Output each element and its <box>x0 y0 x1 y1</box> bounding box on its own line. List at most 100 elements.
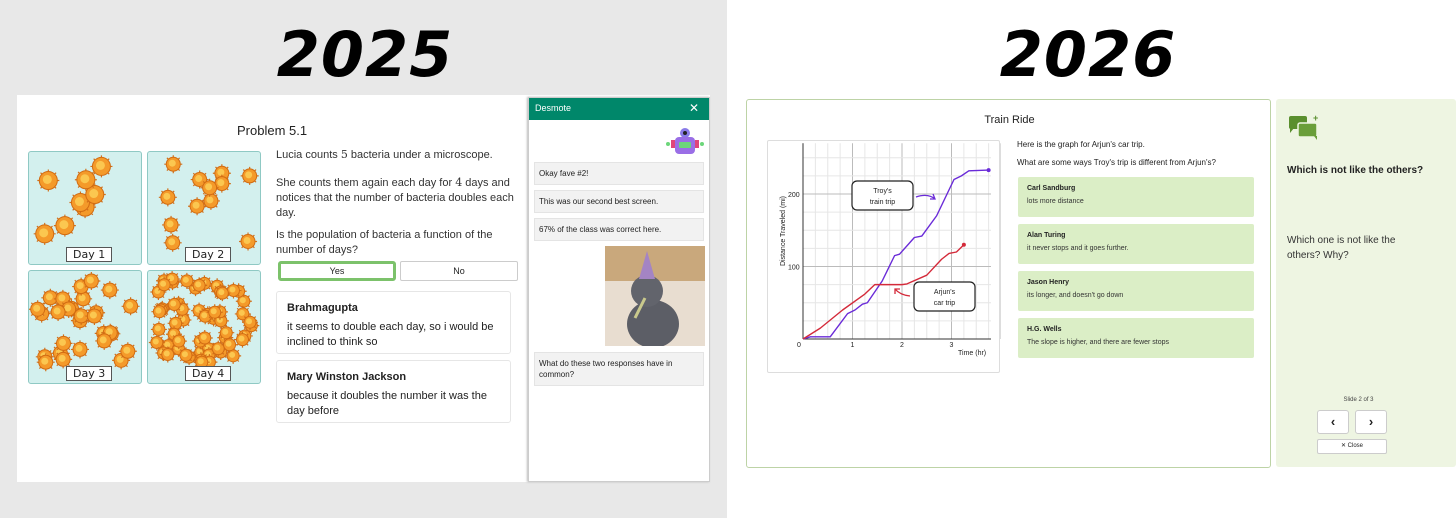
chart-container: 0 1 2 3 100 200 Time (hr) Distance Traveled (mi… <box>767 140 1002 373</box>
bacterium <box>196 330 213 347</box>
bacterium <box>163 233 182 252</box>
response-text: lots more distance <box>1027 198 1084 205</box>
prompt-text: bacteria under a microscope. <box>350 149 493 161</box>
math-value: 4 <box>455 176 463 189</box>
y-tick-label: 100 <box>788 265 800 272</box>
bacterium <box>177 347 194 364</box>
callout-arrow <box>915 193 936 200</box>
day-label: Day 3 <box>66 366 113 381</box>
bacterium <box>188 197 207 216</box>
bacterium <box>214 285 231 302</box>
bacterium <box>37 169 60 192</box>
bacterium <box>71 340 90 359</box>
bacterium <box>121 297 140 316</box>
close-icon[interactable]: ✕ <box>689 101 699 115</box>
response-text: because it doubles the number it was the… <box>287 390 487 417</box>
svg-text:+: + <box>1313 113 1318 123</box>
response-text: it seems to double each day, so i would … <box>287 321 494 348</box>
previous-slide-button[interactable]: ‹ <box>1317 410 1349 434</box>
activity-heading: Which is not like the others? <box>1287 165 1424 176</box>
bacterium <box>85 307 104 326</box>
bacterium <box>200 178 219 197</box>
bacterium <box>159 346 176 363</box>
series-label: Troy's <box>873 188 892 195</box>
bacterium <box>242 314 259 331</box>
series-label: car trip <box>934 300 956 307</box>
series-label: train trip <box>870 199 895 206</box>
chat-message: Okay fave #2! <box>534 162 704 185</box>
option-no-button[interactable]: No <box>400 261 518 281</box>
bacterium <box>118 342 137 361</box>
y-tick-label: 200 <box>788 192 800 199</box>
bacterium <box>151 303 168 320</box>
party-cat-image <box>605 246 705 346</box>
next-slide-button[interactable]: › <box>1355 410 1387 434</box>
response-card[interactable]: Alan Turing it never stops and it goes fu… <box>1018 224 1254 264</box>
bacterium <box>49 303 68 322</box>
response-cards: Carl Sandburg lots more distance Alan Tur… <box>1018 177 1254 365</box>
bacterium <box>170 333 187 350</box>
distance-time-chart: 0 1 2 3 100 200 Time (hr) Distance Traveled (mi… <box>780 143 1002 357</box>
desmote-title: Desmote <box>535 103 572 113</box>
question-text: What are some ways Troy's trip is differ… <box>1017 158 1216 167</box>
bacterium <box>239 232 258 251</box>
student-name: Jason Henry <box>1027 279 1070 286</box>
problem-title: Problem 5.1 <box>237 123 308 138</box>
prompt-question: Is the population of bacteria a function… <box>276 229 493 256</box>
chat-message: This was our second best screen. <box>534 190 704 213</box>
response-text: its longer, and doesn't go down <box>1027 292 1124 299</box>
slide-counter: Slide 2 of 3 <box>1343 397 1374 403</box>
close-button[interactable]: ✕ Close <box>1317 439 1387 454</box>
option-yes-button[interactable]: Yes <box>278 261 396 281</box>
student-name: Alan Turing <box>1027 232 1066 239</box>
year-2026-heading: 2026 <box>999 18 1177 91</box>
chat-bubbles-plus-icon: + <box>1289 113 1318 140</box>
bacterium <box>206 304 223 321</box>
response-card[interactable]: Carl Sandburg lots more distance <box>1018 177 1254 217</box>
bacteria-tile: Day 3 <box>28 270 142 384</box>
intro-text: Here is the graph for Arjun's car trip. <box>1017 140 1145 149</box>
response-text: The slope is higher, and there are fewer… <box>1027 339 1170 346</box>
bacterium <box>29 300 47 319</box>
bacterium <box>178 272 195 289</box>
chat-message: What do these two responses have in comm… <box>534 352 704 386</box>
response-text: it never stops and it goes further. <box>1027 245 1129 252</box>
y-axis-label: Distance Traveled (mi) <box>780 196 787 266</box>
screen-title: Train Ride <box>984 114 1035 126</box>
student-name: H.G. Wells <box>1027 326 1062 333</box>
bacterium <box>156 276 173 293</box>
x-axis-label: Time (hr) <box>958 350 986 357</box>
x-tick-label: 0 <box>797 342 801 349</box>
bacterium <box>234 331 251 348</box>
facilitation-side-panel: + Which is not like the others? Which on… <box>1276 99 1456 467</box>
x-tick-label: 2 <box>900 342 904 349</box>
series-endpoint <box>986 168 991 173</box>
year-2025-heading: 2025 <box>276 18 454 91</box>
bacterium <box>74 168 97 191</box>
bacterium <box>164 155 183 174</box>
desmote-header: Desmote ✕ <box>529 98 709 120</box>
train-ride-screen: Train Ride 0 1 2 3 100 200 Time (hr) Distance T… <box>746 99 1271 468</box>
bacterium <box>36 353 55 372</box>
bacterium <box>53 214 76 237</box>
bacterium <box>158 188 177 207</box>
day-label: Day 1 <box>66 247 113 262</box>
bacterium <box>100 281 119 300</box>
x-tick-label: 1 <box>851 342 855 349</box>
bacteria-tile: Day 2 <box>147 151 261 265</box>
desmote-panel: Desmote ✕ Okay fave #2! This was our seco… <box>528 97 710 482</box>
response-card[interactable]: H.G. Wells The slope is higher, and there… <box>1018 318 1254 358</box>
prompt-text: She counts them again each day for <box>276 177 453 189</box>
x-tick-label: 3 <box>950 342 954 349</box>
bacterium <box>54 334 73 353</box>
response-card[interactable]: Jason Henry its longer, and doesn't go do… <box>1018 271 1254 311</box>
bacterium <box>150 321 167 338</box>
prompt-text: Lucia counts <box>276 149 338 161</box>
student-name: Mary Winston Jackson <box>287 371 407 383</box>
bacterium <box>90 155 113 178</box>
math-value: 5 <box>340 148 348 161</box>
bacterium <box>82 272 101 291</box>
bacteria-tile: Day 1 <box>28 151 142 265</box>
series-endpoint <box>961 242 966 247</box>
prompt-line-2: She counts them again each day for 4 day… <box>276 175 516 221</box>
